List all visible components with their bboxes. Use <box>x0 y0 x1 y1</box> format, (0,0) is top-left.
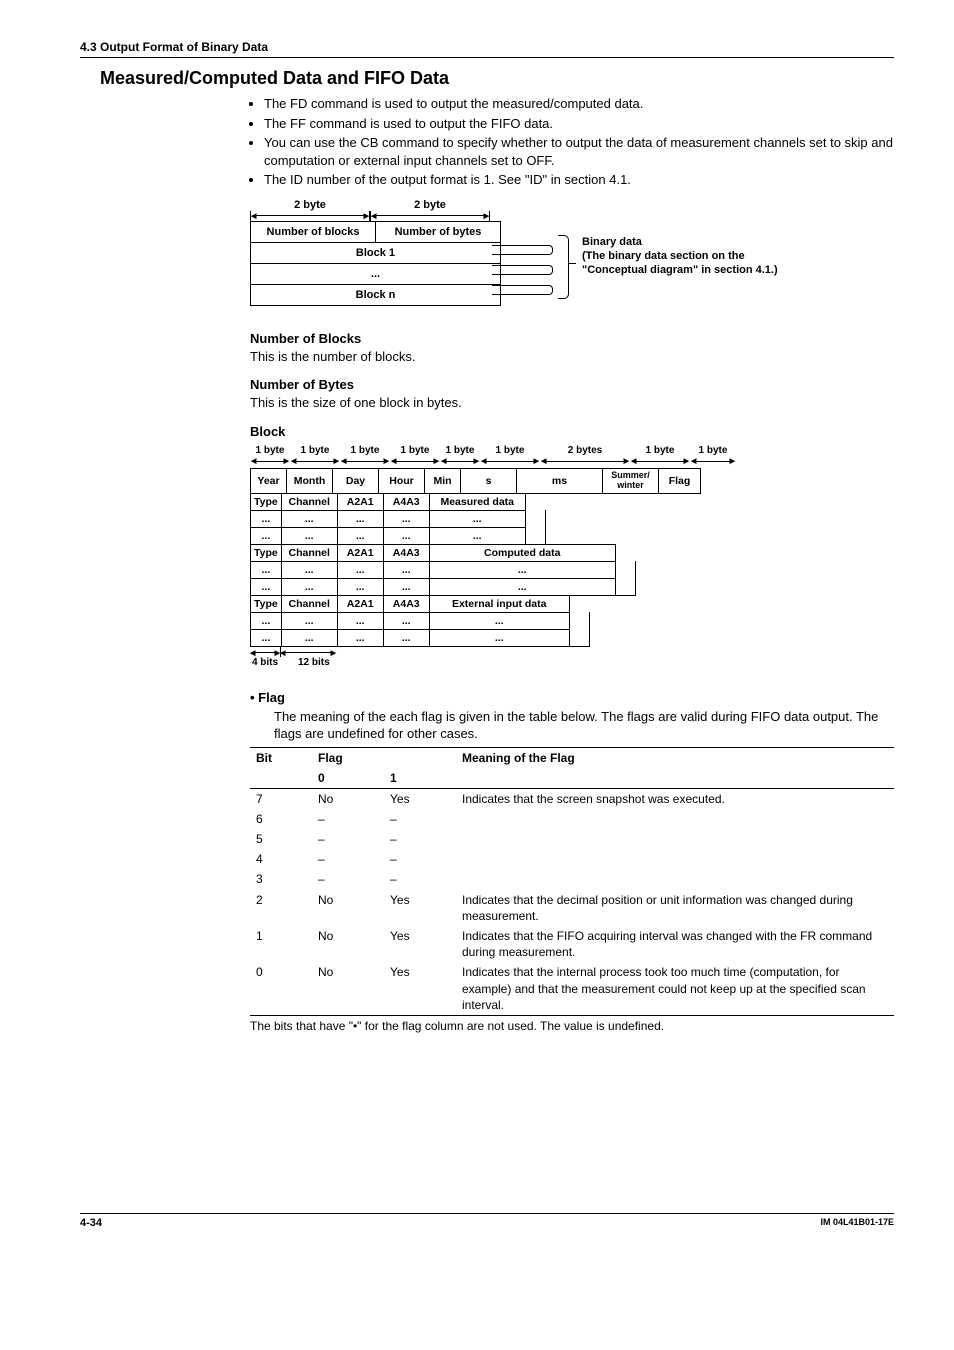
flag-footnote: The bits that have "•" for the flag colu… <box>250 1019 894 1033</box>
cell-block1: Block 1 <box>251 242 501 263</box>
flag-intro: The meaning of the each flag is given in… <box>274 708 894 743</box>
bullet: The FD command is used to output the mea… <box>264 95 894 113</box>
num-bytes-text: This is the size of one block in bytes. <box>250 394 894 412</box>
doc-id: IM 04L41B01-17E <box>820 1217 894 1229</box>
bullet: You can use the CB command to specify wh… <box>264 134 894 169</box>
brace-label: Binary data (The binary data section on … <box>582 235 812 278</box>
bullet: The FF command is used to output the FIF… <box>264 115 894 133</box>
block-diagram: 1 byte◀▶ 1 byte◀▶ 1 byte◀▶ 1 byte◀▶ 1 by… <box>250 445 894 668</box>
page-footer: 4-34 IM 04L41B01-17E <box>80 1213 894 1229</box>
intro-bullets: The FD command is used to output the mea… <box>250 95 894 189</box>
flag-heading: • Flag <box>250 690 894 705</box>
num-bytes-head: Number of Bytes <box>250 377 894 392</box>
page-number: 4-34 <box>80 1217 102 1229</box>
block-head: Block <box>250 424 894 439</box>
num-blocks-head: Number of Blocks <box>250 331 894 346</box>
dim-label: 2 byte <box>250 199 370 211</box>
section-header: 4.3 Output Format of Binary Data <box>80 40 894 58</box>
binary-format-diagram: 2 byte ◀▶ 2 byte ◀▶ Number of blocks Num… <box>250 199 894 319</box>
bullet: The ID number of the output format is 1.… <box>264 171 894 189</box>
block-table: Number of blocks Number of bytes Block 1… <box>250 221 501 306</box>
page-title: Measured/Computed Data and FIFO Data <box>100 68 894 89</box>
cell-num-blocks: Number of blocks <box>251 221 376 242</box>
num-blocks-text: This is the number of blocks. <box>250 348 894 366</box>
flag-table: Bit Flag Meaning of the Flag 0 1 7NoYesI… <box>250 747 894 1016</box>
cell-blockn: Block n <box>251 284 501 305</box>
cell-num-bytes: Number of bytes <box>376 221 501 242</box>
cell-dots: ... <box>251 263 501 284</box>
dim-label: 2 byte <box>370 199 490 211</box>
